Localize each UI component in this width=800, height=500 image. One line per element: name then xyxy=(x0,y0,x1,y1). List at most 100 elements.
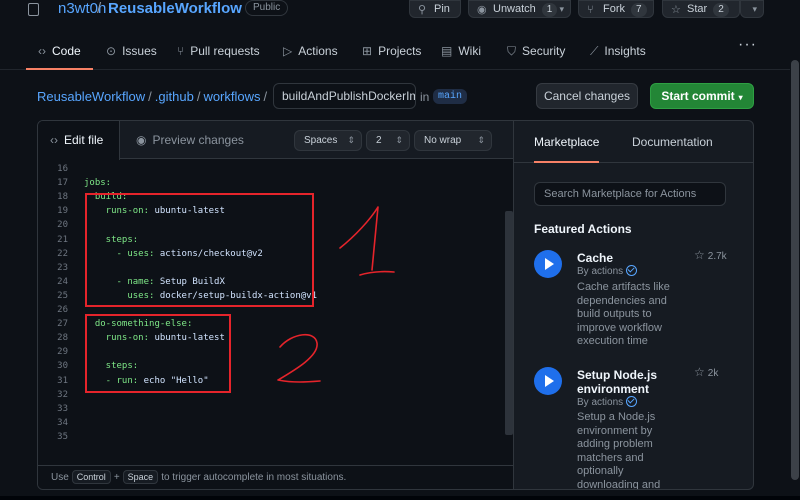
breadcrumb-github-link[interactable]: .github xyxy=(155,89,194,104)
star-icon: ☆ xyxy=(694,248,705,262)
repo-nav-tabs: ‹› Code ⊙ Issues ⑂ Pull requests ▷ Actions ⊞… xyxy=(0,34,800,70)
fork-count: 7 xyxy=(631,3,647,17)
tab-wiki-label: Wiki xyxy=(458,44,482,58)
action-name[interactable]: Setup Node.js environment xyxy=(577,368,687,396)
line-number: 34 xyxy=(57,417,68,428)
pin-icon: ⚲ xyxy=(418,4,427,16)
yaml-key: jobs: xyxy=(84,178,112,189)
tab-documentation[interactable]: Documentation xyxy=(632,121,713,163)
verified-icon xyxy=(626,265,638,276)
star-list-dropdown[interactable]: ▾ xyxy=(740,0,764,18)
fork-button[interactable]: ⑂ Fork 7 xyxy=(578,0,654,18)
tab-preview-changes[interactable]: ◉ Preview changes xyxy=(136,121,244,159)
tab-projects[interactable]: ⊞ Projects xyxy=(362,34,421,70)
play-icon: ▷ xyxy=(283,44,293,58)
breadcrumb: ReusableWorkflow / .github / workflows / xyxy=(37,89,270,104)
wrap-mode-value: No wrap xyxy=(424,135,462,146)
more-tabs-kebab-icon[interactable]: ··· xyxy=(738,36,757,54)
tab-pull-requests-label: Pull requests xyxy=(190,44,260,58)
tab-edit-file[interactable]: ‹› Edit file xyxy=(38,121,120,160)
tab-issues[interactable]: ⊙ Issues xyxy=(106,34,157,70)
tab-code[interactable]: ‹› Code xyxy=(26,34,93,70)
table-icon: ⊞ xyxy=(362,44,373,58)
line-number: 18 xyxy=(57,192,68,203)
hint-use: Use xyxy=(51,472,69,483)
action-star-count: 2.7k xyxy=(707,251,727,262)
action-card-setup-node[interactable]: Setup Node.js environment By actions Set… xyxy=(534,365,740,490)
pin-button[interactable]: ⚲ Pin xyxy=(409,0,461,18)
repo-icon xyxy=(28,3,39,16)
eye-icon: ◉ xyxy=(136,133,147,147)
tab-projects-label: Projects xyxy=(378,44,422,58)
editor-footer-hint: Use Control + Space to trigger autocomplete … xyxy=(38,465,513,489)
tab-actions[interactable]: ▷ Actions xyxy=(283,34,338,70)
breadcrumb-repo-link[interactable]: ReusableWorkflow xyxy=(37,89,145,104)
graph-icon: ⟋ xyxy=(590,44,599,58)
fork-label: Fork xyxy=(603,3,625,15)
line-number: 33 xyxy=(57,403,68,414)
unwatch-button[interactable]: ◉ Unwatch 1 ▾ xyxy=(468,0,571,18)
kbd-space: Space xyxy=(122,470,159,484)
repo-name-link[interactable]: ReusableWorkflow xyxy=(108,0,242,17)
play-icon xyxy=(534,250,562,278)
line-number: 28 xyxy=(57,333,68,344)
indent-mode-value: Spaces xyxy=(304,135,338,146)
breadcrumb-separator: / xyxy=(148,89,152,104)
indent-mode-select[interactable]: Spaces ⇕ xyxy=(294,130,362,151)
chevron-down-icon: ▾ xyxy=(752,4,757,14)
breadcrumb-workflows-link[interactable]: workflows xyxy=(203,89,260,104)
cancel-changes-button[interactable]: Cancel changes xyxy=(536,83,638,109)
tab-insights[interactable]: ⟋ Insights xyxy=(590,34,646,70)
action-stars: ☆ 2k xyxy=(694,365,718,379)
sidebar-panel: Marketplace Documentation Search Marketp… xyxy=(514,120,754,490)
tab-insights-label: Insights xyxy=(604,44,646,58)
action-name[interactable]: Cache xyxy=(577,251,687,265)
chevron-updown-icon: ⇕ xyxy=(395,135,403,145)
tab-actions-label: Actions xyxy=(298,44,338,58)
verified-icon xyxy=(626,396,638,407)
action-stars: ☆ 2.7k xyxy=(694,248,727,262)
tab-preview-label: Preview changes xyxy=(152,133,244,147)
line-number: 35 xyxy=(57,431,68,442)
line-number: 16 xyxy=(57,164,68,174)
line-number: 24 xyxy=(57,276,68,287)
line-number: 17 xyxy=(57,178,68,189)
page-scrollbar-thumb[interactable] xyxy=(791,60,799,480)
wrap-mode-select[interactable]: No wrap ⇕ xyxy=(414,130,492,151)
featured-actions-heading: Featured Actions xyxy=(534,222,632,236)
start-commit-label: Start commit xyxy=(661,89,735,103)
star-label: Star xyxy=(687,3,708,15)
editor-scrollbar-thumb[interactable] xyxy=(505,211,513,435)
marketplace-search-input[interactable]: Search Marketplace for Actions xyxy=(534,182,726,206)
tab-wiki[interactable]: ▤ Wiki xyxy=(441,34,481,70)
star-icon: ☆ xyxy=(671,4,681,16)
branch-badge: main xyxy=(433,89,468,104)
action-card-cache[interactable]: Cache By actions Cache artifacts like de… xyxy=(534,248,740,370)
page-scrollbar[interactable] xyxy=(790,0,800,500)
action-author-label: By actions xyxy=(577,397,624,408)
line-number: 29 xyxy=(57,347,68,358)
editor-header: ‹› Edit file ◉ Preview changes Spaces ⇕ 2 … xyxy=(38,121,513,160)
tab-security[interactable]: ⛉ Security xyxy=(507,34,565,70)
tab-pull-requests[interactable]: ⑂ Pull requests xyxy=(177,34,260,70)
action-star-count: 2k xyxy=(707,368,719,379)
filename-input[interactable]: buildAndPublishDockerIm xyxy=(273,83,416,109)
line-number: 23 xyxy=(57,262,68,273)
line-number: 26 xyxy=(57,305,68,315)
action-description: Setup a Node.js environment by adding pr… xyxy=(577,411,661,490)
start-commit-button[interactable]: Start commit ▾ xyxy=(650,83,754,109)
action-author-label: By actions xyxy=(577,266,624,277)
chevron-down-icon: ▾ xyxy=(738,93,743,102)
indent-size-select[interactable]: 2 ⇕ xyxy=(366,130,410,151)
window-bottom-edge xyxy=(0,496,800,500)
star-icon: ☆ xyxy=(694,365,705,379)
visibility-badge: Public xyxy=(245,0,289,16)
fork-icon: ⑂ xyxy=(587,4,594,16)
sidebar-tabs: Marketplace Documentation xyxy=(514,121,753,163)
breadcrumb-separator: / xyxy=(196,89,201,104)
line-number: 20 xyxy=(57,220,68,231)
tab-marketplace[interactable]: Marketplace xyxy=(534,121,600,163)
line-number: 32 xyxy=(57,389,68,400)
star-button[interactable]: ☆ Star 2 xyxy=(662,0,740,18)
kbd-control: Control xyxy=(71,470,111,484)
